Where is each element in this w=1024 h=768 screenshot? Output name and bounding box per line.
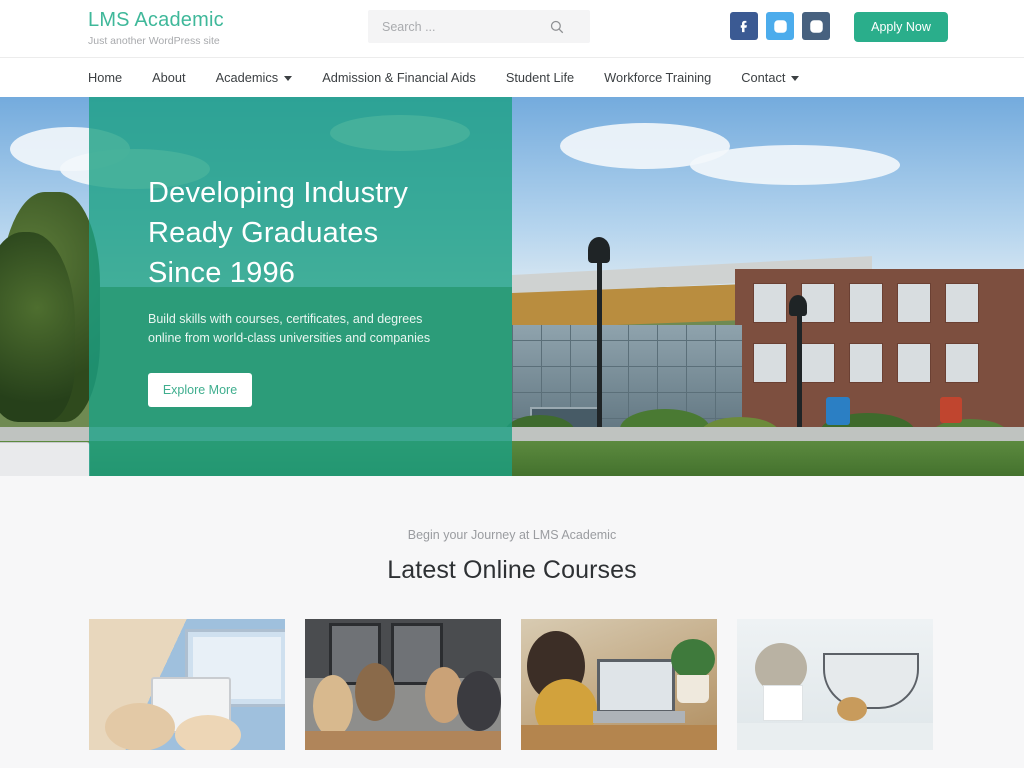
section-title: Latest Online Courses	[387, 556, 637, 584]
site-branding[interactable]: LMS Academic Just another WordPress site	[88, 8, 224, 47]
nav-label: Admission & Financial Aids	[322, 70, 476, 85]
nav-item-admission[interactable]: Admission & Financial Aids	[322, 70, 476, 85]
chevron-down-icon	[791, 76, 800, 81]
nav-item-academics[interactable]: Academics	[216, 70, 293, 85]
search-box[interactable]	[368, 10, 590, 43]
lamp-post	[597, 257, 602, 447]
site-header: LMS Academic Just another WordPress site	[0, 0, 1024, 57]
course-card-image[interactable]	[305, 619, 501, 750]
course-card-image[interactable]	[521, 619, 717, 750]
lamp-head	[789, 295, 807, 316]
hero-title-line-3: Since 1996	[148, 257, 296, 289]
brick-building	[735, 269, 1024, 434]
nav-item-contact[interactable]: Contact	[741, 70, 800, 85]
apply-now-button[interactable]: Apply Now	[854, 12, 948, 42]
nav-label: Contact	[741, 70, 786, 85]
lamp-head	[588, 237, 610, 263]
nav-label: Student Life	[505, 70, 575, 85]
section-eyebrow: Begin your Journey at LMS Academic	[407, 528, 617, 542]
social-links	[730, 12, 830, 40]
nav-item-student-life[interactable]: Student Life	[506, 70, 574, 85]
hero-banner: Developing Industry Ready Graduates Sinc…	[0, 97, 1024, 476]
course-card-list	[89, 619, 933, 750]
site-title[interactable]: LMS Academic	[88, 8, 224, 32]
main-navigation: Home About Academics Admission & Financi…	[0, 57, 1024, 97]
hero-title-line-2: Ready Graduates	[148, 217, 379, 249]
nav-item-home[interactable]: Home	[88, 70, 122, 85]
course-card-image[interactable]	[737, 619, 933, 750]
search-icon[interactable]	[543, 14, 569, 40]
facebook-icon[interactable]	[730, 12, 758, 40]
course-card-image[interactable]	[89, 619, 285, 750]
hero-title-line-1: Developing Industry	[148, 177, 409, 209]
hero-content: Developing Industry Ready Graduates Sinc…	[148, 173, 528, 407]
nav-label: Home	[88, 70, 123, 85]
hero-subtitle: Build skills with courses, certificates,…	[148, 312, 431, 345]
nav-item-about[interactable]: About	[152, 70, 185, 85]
search-input[interactable]	[368, 19, 543, 34]
hero-title: Developing Industry Ready Graduates Sinc…	[148, 173, 528, 293]
instagram-icon[interactable]	[802, 12, 830, 40]
site-tagline: Just another WordPress site	[88, 35, 220, 47]
explore-more-button[interactable]: Explore More	[148, 373, 252, 407]
instagram-icon[interactable]	[766, 12, 794, 40]
chevron-down-icon	[284, 76, 293, 81]
nav-label: Academics	[215, 70, 279, 85]
nav-label: Workforce Training	[604, 70, 712, 85]
parked-vehicle	[0, 442, 90, 476]
nav-label: About	[152, 70, 186, 85]
nav-item-workforce-training[interactable]: Workforce Training	[604, 70, 711, 85]
